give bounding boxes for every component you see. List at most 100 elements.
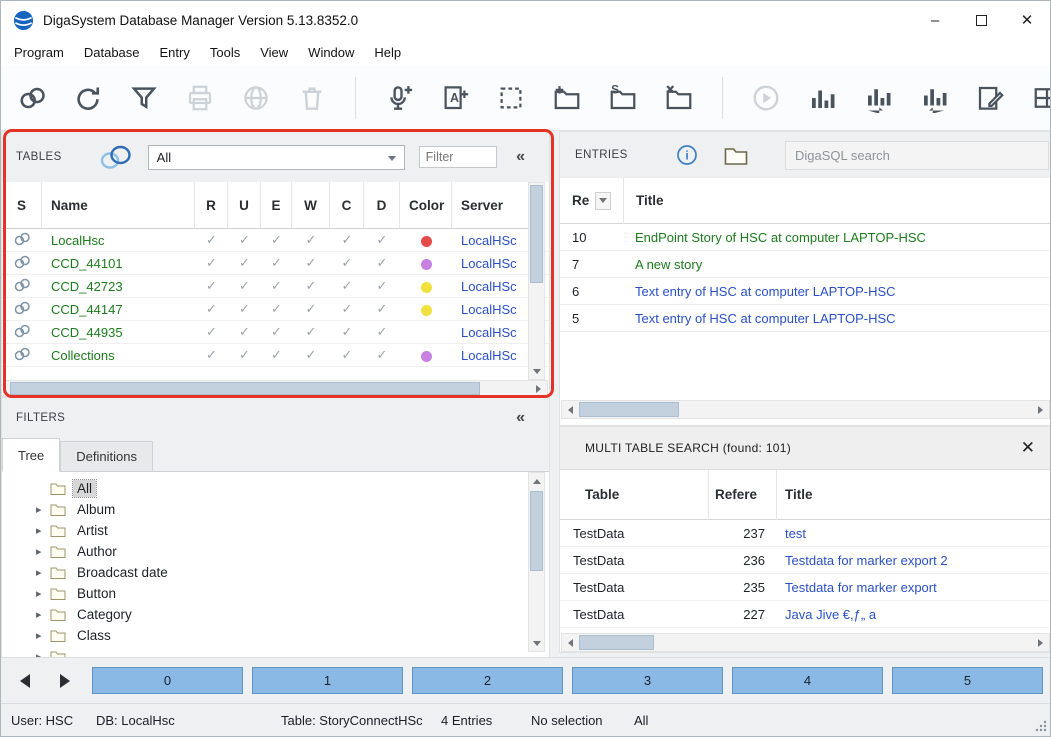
scroll-right-arrow[interactable] [1032, 401, 1049, 418]
close-icon[interactable]: ✕ [1021, 438, 1035, 458]
tab-tree[interactable]: Tree [2, 438, 60, 472]
column-header-server[interactable]: Server [452, 182, 531, 229]
multi-search-horizontal-scrollbar[interactable] [561, 633, 1050, 652]
column-header-r[interactable]: R [195, 182, 228, 229]
table-row[interactable]: Collections ✓ ✓ ✓ ✓ ✓ ✓ LocalHSc [2, 344, 549, 367]
tables-vertical-scrollbar[interactable] [528, 182, 545, 380]
pager-prev-button[interactable] [15, 671, 35, 691]
menu-item-help[interactable]: Help [364, 41, 411, 64]
tree-item-artist[interactable]: ▸ Artist [2, 520, 549, 541]
column-header-title[interactable]: Title [624, 178, 1051, 224]
play-icon[interactable] [751, 83, 781, 113]
pager-next-button[interactable] [55, 671, 75, 691]
menu-item-window[interactable]: Window [298, 41, 364, 64]
search-result-row[interactable]: TestData 236 Testdata for marker export … [560, 547, 1051, 574]
tree-item-broadcast-date[interactable]: ▸ Broadcast date [2, 562, 549, 583]
menu-item-tools[interactable]: Tools [200, 41, 250, 64]
scroll-down-arrow[interactable] [529, 363, 544, 379]
menu-item-view[interactable]: View [250, 41, 298, 64]
menu-item-database[interactable]: Database [74, 41, 150, 64]
pager-button-5[interactable]: 5 [892, 667, 1043, 694]
column-header-u[interactable]: U [228, 182, 261, 229]
row-search-icon[interactable] [2, 324, 42, 341]
tables-filter-dropdown[interactable]: All [148, 145, 405, 170]
edit-entry-icon[interactable] [975, 83, 1005, 113]
new-folder-icon[interactable] [552, 83, 582, 113]
search-result-row[interactable]: TestData 237 test [560, 520, 1051, 547]
tree-item-button[interactable]: ▸ Button [2, 583, 549, 604]
column-header-c[interactable]: C [330, 182, 364, 229]
column-header-s[interactable]: S [2, 182, 42, 229]
tables-filter-input[interactable] [419, 146, 497, 168]
scroll-down-arrow[interactable] [529, 635, 544, 651]
folder-s-icon[interactable]: S [608, 83, 638, 113]
pager-button-0[interactable]: 0 [92, 667, 243, 694]
maximize-button[interactable] [958, 1, 1004, 39]
result-title[interactable]: Testdata for marker export 2 [777, 553, 1051, 568]
tables-collapse-button[interactable]: « [516, 148, 525, 166]
tables-horizontal-scrollbar[interactable] [3, 380, 548, 397]
expander-icon[interactable]: ▸ [36, 503, 50, 516]
result-title[interactable]: Java Jive €,ƒ„ a [777, 607, 1051, 622]
print-icon[interactable] [185, 83, 215, 113]
entry-row[interactable]: 5 Text entry of HSC at computer LAPTOP-H… [560, 305, 1051, 332]
entry-row[interactable]: 10 EndPoint Story of HSC at computer LAP… [560, 224, 1051, 251]
minimize-button[interactable]: – [912, 1, 958, 39]
expander-icon[interactable]: ▸ [36, 650, 50, 657]
delete-icon[interactable] [297, 83, 327, 113]
search-result-row[interactable]: TestData 235 Testdata for marker export [560, 574, 1051, 601]
row-search-icon[interactable] [2, 278, 42, 295]
table-row[interactable]: CCD_44147 ✓ ✓ ✓ ✓ ✓ ✓ LocalHSc [2, 298, 549, 321]
entry-row[interactable]: 6 Text entry of HSC at computer LAPTOP-H… [560, 278, 1051, 305]
result-title[interactable]: Testdata for marker export [777, 580, 1051, 595]
row-search-icon[interactable] [2, 232, 42, 249]
tree-item-all[interactable]: All [2, 478, 549, 499]
tree-item-author[interactable]: ▸ Author [2, 541, 549, 562]
pager-button-3[interactable]: 3 [572, 667, 723, 694]
column-header-w[interactable]: W [292, 182, 330, 229]
add-audio-entry-icon[interactable] [384, 83, 414, 113]
filter-icon[interactable] [129, 83, 159, 113]
refresh-icon[interactable] [73, 83, 103, 113]
sort-dropdown-button[interactable] [595, 192, 611, 210]
resize-grip-icon[interactable] [1034, 719, 1047, 735]
scrollbar-thumb[interactable] [579, 635, 654, 650]
grid-icon[interactable] [1032, 83, 1051, 113]
menu-item-entry[interactable]: Entry [150, 41, 200, 64]
scroll-right-arrow[interactable] [1032, 634, 1049, 651]
folder-export-icon[interactable] [664, 83, 694, 113]
scroll-up-arrow[interactable] [529, 473, 544, 489]
menu-item-program[interactable]: Program [4, 41, 74, 64]
expander-icon[interactable]: ▸ [36, 524, 50, 537]
scroll-left-arrow[interactable] [562, 634, 579, 651]
scroll-right-arrow[interactable] [530, 381, 547, 396]
tree-item-album[interactable]: ▸ Album [2, 499, 549, 520]
column-header-title[interactable]: Title [777, 470, 1051, 520]
scroll-left-arrow[interactable] [562, 401, 579, 418]
column-header-ref[interactable]: Re [560, 178, 624, 224]
table-row[interactable]: LocalHsc ✓ ✓ ✓ ✓ ✓ ✓ LocalHSc [2, 229, 549, 252]
search-result-row[interactable]: TestData 227 Java Jive €,ƒ„ a [560, 601, 1051, 628]
info-icon[interactable]: i [676, 144, 698, 166]
close-button[interactable]: ✕ [1004, 1, 1050, 39]
entries-horizontal-scrollbar[interactable] [561, 400, 1050, 419]
scrollbar-thumb[interactable] [579, 402, 679, 417]
filters-vertical-scrollbar[interactable] [528, 472, 545, 652]
pager-button-4[interactable]: 4 [732, 667, 883, 694]
column-header-reference[interactable]: Refere [709, 470, 777, 520]
tree-item-class[interactable]: ▸ Class [2, 625, 549, 646]
column-header-d[interactable]: D [364, 182, 400, 229]
table-row[interactable]: CCD_42723 ✓ ✓ ✓ ✓ ✓ ✓ LocalHSc [2, 275, 549, 298]
login-icon[interactable] [17, 83, 47, 113]
column-header-e[interactable]: E [261, 182, 292, 229]
add-text-entry-icon[interactable]: A [440, 83, 470, 113]
levels-export-icon[interactable] [919, 83, 949, 113]
table-row[interactable]: CCD_44101 ✓ ✓ ✓ ✓ ✓ ✓ LocalHSc [2, 252, 549, 275]
column-header-name[interactable]: Name [42, 182, 195, 229]
row-search-icon[interactable] [2, 301, 42, 318]
new-empty-entry-icon[interactable] [496, 83, 526, 113]
result-title[interactable]: test [777, 526, 1051, 541]
pager-button-1[interactable]: 1 [252, 667, 403, 694]
pager-button-2[interactable]: 2 [412, 667, 563, 694]
scrollbar-thumb[interactable] [530, 185, 543, 283]
